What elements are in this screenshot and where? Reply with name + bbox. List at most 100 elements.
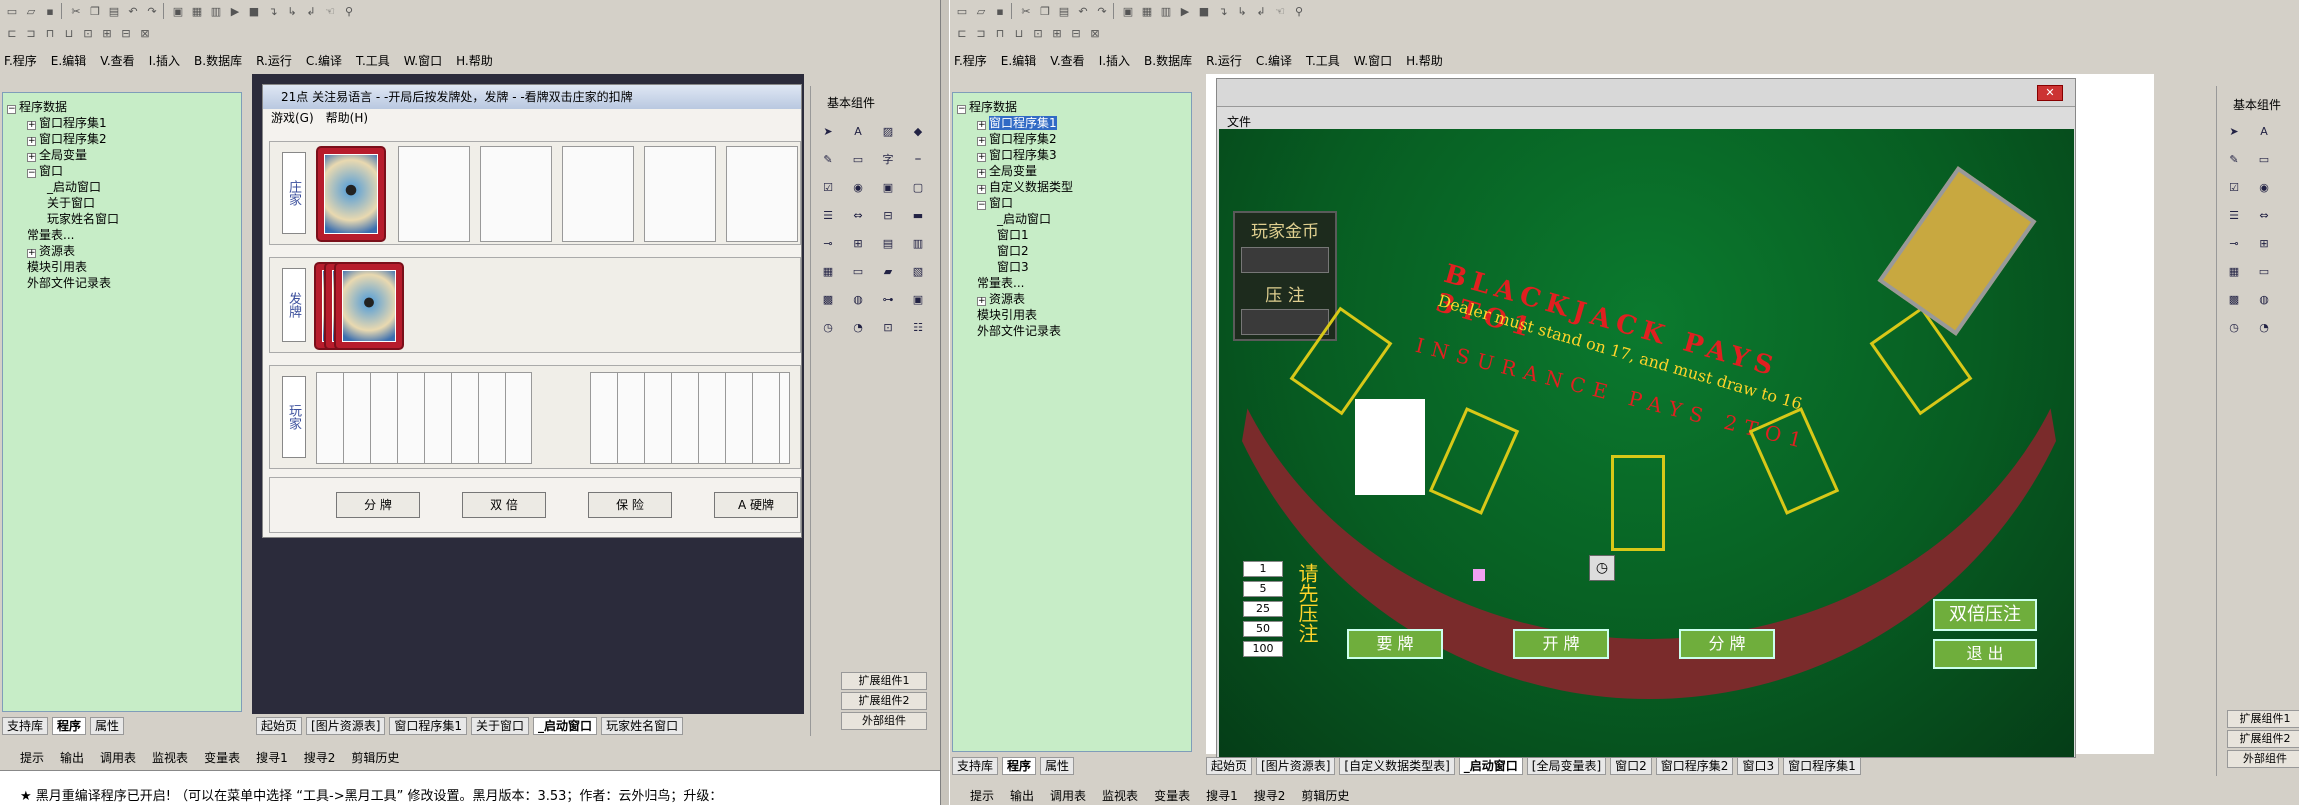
tree-item[interactable]: + 资源表 — [957, 291, 1073, 307]
checkbox-icon[interactable]: ☑ — [817, 176, 839, 198]
date-icon[interactable]: ▤ — [877, 232, 899, 254]
menu-form-help[interactable]: 帮助(H) — [326, 109, 368, 127]
status-tab-calls[interactable]: 调用表 — [100, 749, 136, 766]
status-tab-search1[interactable]: 搜寻1 — [256, 749, 288, 766]
cut-icon[interactable]: ✂ — [68, 3, 84, 19]
preview-icon[interactable]: ▣ — [1120, 3, 1136, 19]
chart-icon[interactable]: ◔ — [847, 316, 869, 338]
find-icon[interactable]: ⚲ — [1291, 3, 1307, 19]
doc-icon[interactable]: ▥ — [907, 232, 929, 254]
tree-item[interactable]: − 窗口 — [7, 163, 119, 179]
tab-program[interactable]: 程序 — [1002, 757, 1037, 775]
ext-components-2[interactable]: 扩展组件2 — [2227, 730, 2299, 748]
ext-components-1[interactable]: 扩展组件1 — [841, 672, 927, 690]
chart-icon[interactable]: ◔ — [2253, 316, 2275, 338]
spacing-icon[interactable]: ⊠ — [137, 25, 153, 41]
hit-button[interactable]: 要 牌 — [1347, 629, 1443, 659]
doc-tab[interactable]: _启动窗口 — [533, 717, 598, 735]
tab-program[interactable]: 程序 — [52, 717, 87, 735]
menu-edit[interactable]: E.编辑 — [1001, 52, 1036, 69]
align-right-icon[interactable]: ⊓ — [42, 25, 58, 41]
chip-25[interactable]: 25 — [1243, 601, 1283, 617]
menu-insert[interactable]: I.插入 — [149, 52, 180, 69]
external-components[interactable]: 外部组件 — [841, 712, 927, 730]
tree-item[interactable]: _启动窗口 — [7, 179, 119, 195]
textbox-icon[interactable]: ▭ — [847, 148, 869, 170]
tree-item[interactable]: 常量表... — [957, 275, 1073, 291]
tab-support-lib[interactable]: 支持库 — [2, 717, 49, 735]
label-icon[interactable]: A — [2253, 120, 2275, 142]
step2-icon[interactable]: ↳ — [284, 3, 300, 19]
tab-properties[interactable]: 属性 — [90, 717, 125, 735]
list-icon[interactable]: ☰ — [2223, 204, 2245, 226]
menu-window[interactable]: W.窗口 — [404, 52, 442, 69]
paste-icon[interactable]: ▤ — [1056, 3, 1072, 19]
align-left-icon[interactable]: ⊏ — [4, 25, 20, 41]
status-tab-hint[interactable]: 提示 — [970, 787, 994, 804]
shape-icon[interactable]: ◆ — [907, 120, 929, 142]
external-components[interactable]: 外部组件 — [2227, 750, 2299, 768]
step3-icon[interactable]: ↲ — [303, 3, 319, 19]
table-icon[interactable]: ▩ — [817, 288, 839, 310]
menu-icon[interactable]: ▦ — [817, 260, 839, 282]
timer-icon[interactable]: ◷ — [2223, 316, 2245, 338]
window2-icon[interactable]: ▥ — [1158, 3, 1174, 19]
open-file-icon[interactable]: ▱ — [23, 3, 39, 19]
doc-tab[interactable]: _启动窗口 — [1458, 757, 1523, 775]
pointer-icon[interactable]: ➤ — [2223, 120, 2245, 142]
tree-item[interactable]: + 全局变量 — [7, 147, 119, 163]
group-icon[interactable]: ▢ — [907, 176, 929, 198]
save-icon[interactable]: ▪ — [992, 3, 1008, 19]
ext-components-2[interactable]: 扩展组件2 — [841, 692, 927, 710]
menu-file[interactable]: F.程序 — [954, 52, 987, 69]
split-button[interactable]: 分 牌 — [1679, 629, 1775, 659]
combo-icon[interactable]: ⊡ — [877, 316, 899, 338]
same-height-icon[interactable]: ⊟ — [1068, 25, 1084, 41]
stop-icon[interactable]: ■ — [246, 3, 262, 19]
tree-item[interactable]: + 资源表 — [7, 243, 119, 259]
step-icon[interactable]: ↴ — [1215, 3, 1231, 19]
status-tab-watch[interactable]: 监视表 — [1102, 787, 1138, 804]
split-button[interactable]: 分 牌 — [336, 492, 420, 518]
scroll-icon[interactable]: ⇔ — [2253, 204, 2275, 226]
tree-item[interactable]: 常量表... — [7, 227, 119, 243]
menu-compile[interactable]: C.编译 — [306, 52, 342, 69]
doc-tab[interactable]: [图片资源表] — [306, 717, 386, 735]
tree-item[interactable]: 关于窗口 — [7, 195, 119, 211]
textbox-icon[interactable]: ▭ — [2253, 148, 2275, 170]
tree-item[interactable]: 模块引用表 — [7, 259, 119, 275]
align-top-icon[interactable]: ⊔ — [61, 25, 77, 41]
tree-item[interactable]: 窗口2 — [957, 243, 1073, 259]
copy-icon[interactable]: ❐ — [1037, 3, 1053, 19]
tree-item[interactable]: 外部文件记录表 — [7, 275, 119, 291]
chip-5[interactable]: 5 — [1243, 581, 1283, 597]
chip-100[interactable]: 100 — [1243, 641, 1283, 657]
tree-item[interactable]: − 窗口 — [957, 195, 1073, 211]
redo-icon[interactable]: ↷ — [144, 3, 160, 19]
align-bottom-icon[interactable]: ⊡ — [1030, 25, 1046, 41]
align-left-icon[interactable]: ⊏ — [954, 25, 970, 41]
doc-tab[interactable]: 窗口程序集1 — [1783, 757, 1861, 775]
save-icon[interactable]: ▪ — [42, 3, 58, 19]
page-icon[interactable]: ▧ — [907, 260, 929, 282]
doc-tab[interactable]: [图片资源表] — [1256, 757, 1336, 775]
slider-icon[interactable]: ⊸ — [817, 232, 839, 254]
radio-icon[interactable]: ◉ — [2253, 176, 2275, 198]
doc-tab[interactable]: [自定义数据类型表] — [1339, 757, 1455, 775]
menu-view[interactable]: V.查看 — [1050, 52, 1084, 69]
status-tab-clipboard[interactable]: 剪辑历史 — [1301, 787, 1349, 804]
menu-run[interactable]: R.运行 — [256, 52, 292, 69]
hard-ace-button[interactable]: A 硬牌 — [714, 492, 798, 518]
radio-icon[interactable]: ◉ — [847, 176, 869, 198]
double-button[interactable]: 双 倍 — [462, 492, 546, 518]
toolbar-comp-icon[interactable]: ☷ — [907, 316, 929, 338]
edit-icon[interactable]: ✎ — [817, 148, 839, 170]
menu-database[interactable]: B.数据库 — [194, 52, 242, 69]
doc-tab[interactable]: [全局变量表] — [1526, 757, 1607, 775]
tab-icon[interactable]: ⊟ — [877, 204, 899, 226]
tab-properties[interactable]: 属性 — [1040, 757, 1075, 775]
menu-help[interactable]: H.帮助 — [456, 52, 493, 69]
undo-icon[interactable]: ↶ — [125, 3, 141, 19]
window-icon[interactable]: ▦ — [189, 3, 205, 19]
image-icon[interactable]: ▨ — [877, 120, 899, 142]
